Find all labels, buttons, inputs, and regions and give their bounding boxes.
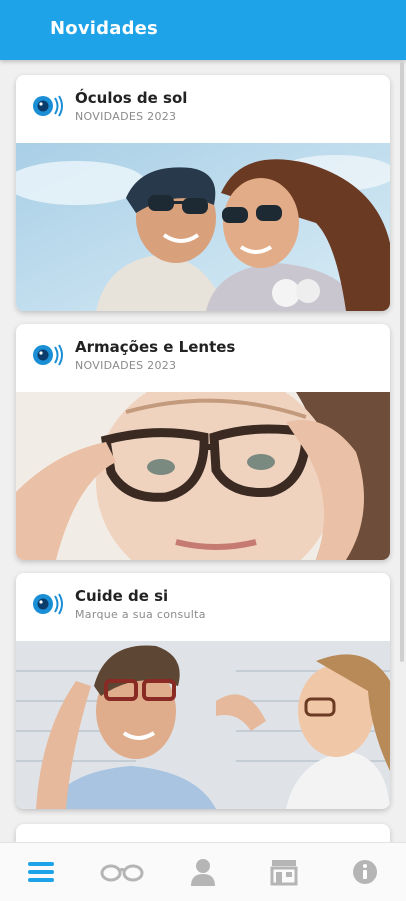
card-header: Cuide de si Marque a sua consulta	[16, 573, 390, 641]
person-icon	[190, 859, 215, 886]
couple-sunglasses-photo	[16, 143, 390, 311]
card-header: Armações e Lentes NOVIDADES 2023	[16, 324, 390, 392]
menu-icon	[27, 862, 54, 882]
card-subtitle: NOVIDADES 2023	[75, 110, 177, 123]
app-bar: Novidades	[0, 0, 406, 60]
card-subtitle: NOVIDADES 2023	[75, 359, 177, 372]
nav-profile[interactable]	[162, 843, 243, 901]
news-card-sunglasses[interactable]: Óculos de sol NOVIDADES 2023	[16, 75, 390, 311]
card-title: Óculos de sol	[75, 89, 188, 107]
nav-glasses[interactable]	[81, 843, 162, 901]
card-title: Armações e Lentes	[75, 338, 236, 356]
news-card-care[interactable]: Cuide de si Marque a sua consulta	[16, 573, 390, 809]
store-icon	[270, 860, 297, 886]
brand-logo-icon	[33, 593, 63, 615]
scrollbar[interactable]	[400, 62, 404, 662]
card-subtitle: Marque a sua consulta	[75, 608, 206, 621]
nav-stores[interactable]	[243, 843, 324, 901]
optician-fitting-photo	[16, 641, 390, 809]
brand-logo-icon	[33, 344, 63, 366]
info-icon	[352, 860, 377, 884]
page-title: Novidades	[50, 18, 158, 39]
woman-frames-photo	[16, 392, 390, 560]
card-title: Cuide de si	[75, 587, 169, 605]
glasses-icon	[100, 864, 143, 882]
nav-menu[interactable]	[0, 843, 81, 901]
bottom-navigation	[0, 842, 406, 901]
card-header: Óculos de sol NOVIDADES 2023	[16, 75, 390, 143]
nav-info[interactable]	[324, 843, 405, 901]
news-card-frames[interactable]: Armações e Lentes NOVIDADES 2023	[16, 324, 390, 560]
brand-logo-icon	[33, 95, 63, 117]
